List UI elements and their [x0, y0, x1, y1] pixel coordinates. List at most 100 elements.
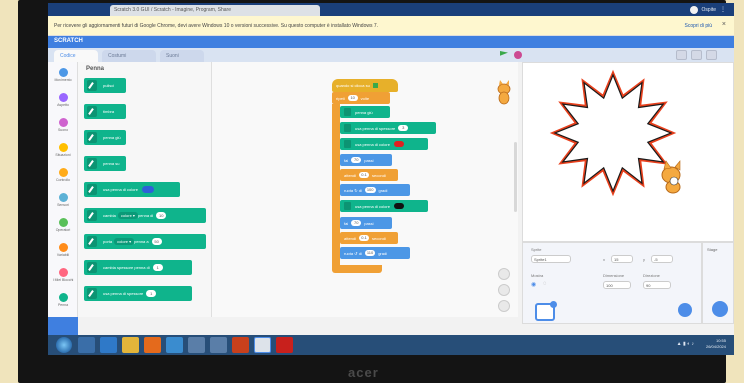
large-stage-icon[interactable] [691, 50, 702, 60]
palette-pen-block[interactable]: usa penna di spessore 1 [84, 286, 192, 301]
pen-icon [87, 132, 97, 143]
param-value[interactable]: 1 [146, 290, 157, 297]
sprite-name-field[interactable]: Sprite1 [531, 255, 571, 263]
menu-dots-icon[interactable]: ⋮ [720, 6, 726, 13]
stop-icon[interactable] [514, 51, 522, 59]
zoom-reset-icon[interactable] [498, 300, 510, 312]
category-label: Penna [57, 303, 69, 307]
palette-pen-block[interactable]: timbra [84, 104, 126, 119]
category-controllo[interactable]: Controllo [50, 168, 76, 182]
zoom-out-icon[interactable] [498, 284, 510, 296]
when-flag-clicked-block[interactable]: quando si clicca su [332, 79, 398, 92]
stage[interactable] [522, 62, 734, 242]
tab-sounds[interactable]: Suoni [160, 50, 204, 62]
learn-more-link[interactable]: Scopri di più [684, 23, 712, 29]
param-dropdown[interactable]: colore ▾ [117, 212, 138, 219]
set-pen-color-black-block[interactable]: usa penna di colore [340, 200, 428, 212]
move-steps-block[interactable]: fai 70 passi [340, 217, 392, 229]
browser-tab[interactable]: Scratch 3.0 GUI / Scratch - Imagine, Pro… [110, 5, 320, 16]
small-stage-icon[interactable] [676, 50, 687, 60]
palette-block-label: porta [103, 239, 113, 244]
move-steps-block[interactable]: fai 70 passi [340, 154, 392, 166]
media-player-icon[interactable] [78, 337, 95, 353]
palette-pen-block[interactable]: usa penna di colore [84, 182, 180, 197]
move-steps-value[interactable]: 70 [351, 157, 362, 163]
category-aspetto[interactable]: Aspetto [50, 93, 76, 107]
category-i-miei-blocchi[interactable]: I Miei Blocchi [50, 268, 76, 282]
show-visible-icon[interactable]: ◉ [531, 281, 536, 288]
category-situazioni[interactable]: Situazioni [50, 143, 76, 157]
wait-block[interactable]: attendi 0.1 secondi [340, 232, 398, 244]
palette-pen-block[interactable]: penna giù [84, 130, 126, 145]
color-swatch-black[interactable] [393, 203, 404, 209]
windows-start-icon[interactable] [56, 337, 72, 353]
profile-button[interactable]: Ospite ⋮ [689, 4, 726, 15]
category-penna[interactable]: Penna [50, 293, 76, 307]
app-icon[interactable] [188, 337, 205, 353]
direction-label: Direzione [643, 273, 660, 278]
color-swatch-red[interactable] [393, 141, 404, 147]
file-explorer-icon[interactable] [122, 337, 139, 353]
add-backdrop-icon[interactable] [712, 301, 728, 317]
tab-code[interactable]: Codice [54, 50, 98, 62]
clock[interactable]: 10:55 26/04/2024 [706, 338, 726, 350]
wait-seconds-value[interactable]: 0.1 [359, 235, 370, 241]
hide-icon[interactable]: ◌ [543, 281, 547, 287]
brave-icon[interactable] [232, 337, 249, 353]
param-value[interactable]: 1 [152, 264, 163, 271]
pen-down-block[interactable]: penna giù [340, 106, 390, 118]
app-icon[interactable] [166, 337, 183, 353]
close-icon[interactable]: × [722, 21, 726, 28]
turn-left-value[interactable]: 110 [364, 250, 376, 256]
tab-costumes[interactable]: Costumi [102, 50, 156, 62]
param-value[interactable]: 10 [156, 212, 167, 219]
sprite-thumbnail[interactable] [535, 301, 557, 321]
category-movimento[interactable]: Movimento [50, 68, 76, 82]
turn-right-value[interactable]: 100 [364, 187, 376, 193]
repeat-count[interactable]: 10 [347, 95, 358, 101]
turn-right-block[interactable]: ruota ↻ di 100 gradi [340, 184, 410, 196]
repeat-block[interactable]: ripeti 10 volte [332, 92, 390, 104]
direction-field[interactable]: 90 [643, 281, 671, 289]
palette-pen-block[interactable]: porta colore ▾ penna a 50 [84, 234, 206, 249]
color-swatch[interactable] [141, 186, 154, 193]
param-value[interactable]: 50 [151, 238, 162, 245]
wait-block[interactable]: attendi 0.1 secondi [340, 169, 398, 181]
set-pen-color-red-block[interactable]: usa penna di colore [340, 138, 428, 150]
set-pen-size-block[interactable]: usa penna di spessore 3 [340, 122, 436, 134]
wait-seconds-value[interactable]: 0.1 [359, 172, 370, 178]
pen-icon [87, 80, 97, 91]
turn-left-block[interactable]: ruota ↺ di 110 gradi [340, 247, 410, 259]
chrome-icon[interactable] [254, 337, 271, 353]
windows-taskbar: ▲ ▮ ◐ ♪ 10:55 26/04/2024 [48, 335, 734, 355]
palette-pen-block[interactable]: cambia colore ▾ penna di 10 [84, 208, 206, 223]
script-area[interactable]: quando si clicca su ripeti 10 volte penn… [212, 62, 518, 317]
internet-explorer-icon[interactable] [100, 337, 117, 353]
zoom-in-icon[interactable] [498, 268, 510, 280]
palette-pen-block[interactable]: penna su [84, 156, 126, 171]
category-operatori[interactable]: Operatori [50, 218, 76, 232]
palette-pen-block[interactable]: cambia spessore penna di 1 [84, 260, 192, 275]
scratch-logo[interactable]: SCRATCH [54, 38, 83, 44]
firefox-icon[interactable] [144, 337, 161, 353]
add-extension-button[interactable] [48, 317, 78, 335]
app-icon[interactable] [210, 337, 227, 353]
pen-size-value[interactable]: 3 [398, 125, 409, 131]
fullscreen-icon[interactable] [706, 50, 717, 60]
delete-sprite-icon[interactable] [550, 301, 557, 308]
x-field[interactable]: 15 [611, 255, 633, 263]
acrobat-icon[interactable] [276, 337, 293, 353]
size-field[interactable]: 100 [603, 281, 631, 289]
y-field[interactable]: -5 [651, 255, 673, 263]
add-sprite-icon[interactable] [678, 303, 692, 317]
category-sensori[interactable]: Sensori [50, 193, 76, 207]
category-variabili[interactable]: Variabili [50, 243, 76, 257]
system-tray-icons[interactable]: ▲ ▮ ◐ ♪ [677, 341, 694, 347]
script-scrollbar[interactable] [514, 142, 517, 212]
param-dropdown[interactable]: colore ▾ [114, 238, 135, 245]
move-steps-value[interactable]: 70 [351, 220, 362, 226]
category-label: Operatori [55, 228, 71, 232]
wait-label: attendi [344, 235, 357, 241]
category-suono[interactable]: Suono [50, 118, 76, 132]
palette-pen-block[interactable]: pulisci [84, 78, 126, 93]
